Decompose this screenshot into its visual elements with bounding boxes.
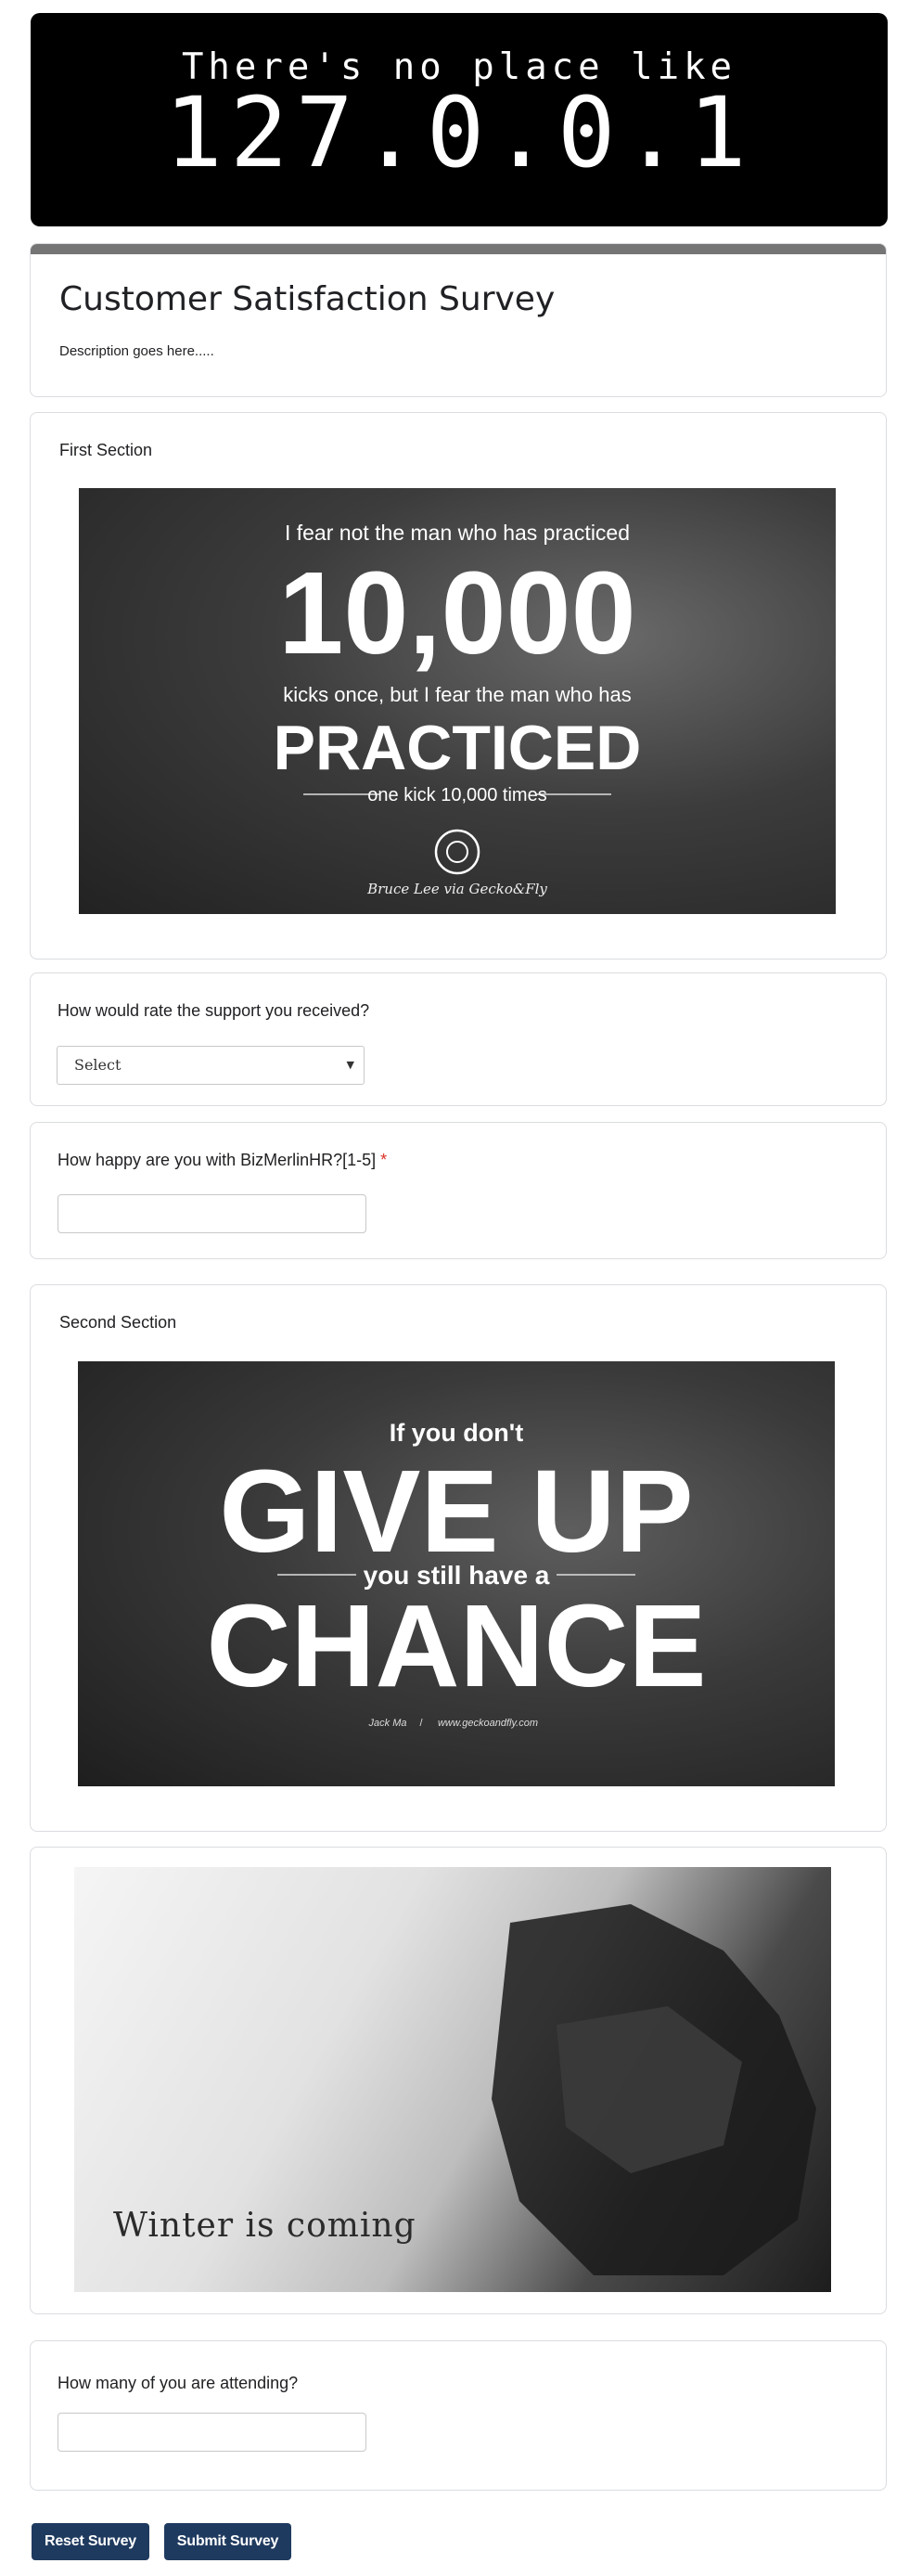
quote-line: I fear not the man who has practiced: [285, 521, 630, 545]
question-text: How would rate the support you received?: [58, 1001, 370, 1020]
image-card-winter: Winter is coming: [30, 1847, 887, 2314]
question-card-happiness: How happy are you with BizMerlinHR?[1-5]…: [30, 1122, 887, 1259]
section-card-second: Second Section If you don't GIVE UP you …: [30, 1284, 887, 1832]
quote-credit-name: Jack Ma: [368, 1718, 407, 1729]
question-text-wrap: How happy are you with BizMerlinHR?[1-5]…: [58, 1151, 387, 1170]
quote-credit: Bruce Lee via Gecko&Fly: [366, 881, 547, 897]
support-rating-select[interactable]: Select ▼: [57, 1046, 365, 1085]
question-card-support: How would rate the support you received?…: [30, 972, 887, 1106]
header-banner: There's no place like 127.0.0.1: [31, 13, 888, 226]
quote-credit-site: www.geckoandfly.com: [438, 1718, 538, 1729]
reset-survey-button[interactable]: Reset Survey: [32, 2523, 149, 2560]
chevron-down-icon: ▼: [346, 1059, 354, 1071]
quote-credit-separator: /: [419, 1718, 423, 1729]
banner-ip: 127.0.0.1: [164, 76, 754, 189]
happiness-rating-input[interactable]: [58, 1194, 366, 1233]
gecko-logo-icon: [434, 829, 480, 875]
attendee-count-input[interactable]: [58, 2413, 366, 2452]
section-title: First Section: [59, 441, 153, 459]
section-card-first: First Section I fear not the man who has…: [30, 412, 887, 960]
required-marker: *: [380, 1151, 388, 1169]
question-text: How happy are you with BizMerlinHR?[1-5]: [58, 1151, 377, 1169]
quote-line: If you don't: [390, 1419, 523, 1447]
quote-image-jack-ma: If you don't GIVE UP you still have a CH…: [78, 1361, 835, 1786]
submit-survey-button[interactable]: Submit Survey: [164, 2523, 291, 2560]
quote-emphasis: GIVE UP: [219, 1446, 693, 1577]
quote-image-art: I fear not the man who has practiced 10,…: [274, 521, 642, 897]
quote-image-bruce-lee: I fear not the man who has practiced 10,…: [79, 488, 836, 914]
form-title: Customer Satisfaction Survey: [59, 280, 556, 318]
quote-line: one kick 10,000 times: [367, 785, 546, 805]
quote-line: kicks once, but I fear the man who has: [283, 683, 631, 706]
quote-emphasis: CHANCE: [206, 1580, 706, 1711]
question-card-attending: How many of you are attending?: [30, 2340, 887, 2491]
form-accent-bar: [31, 244, 886, 254]
quote-image-art: If you don't GIVE UP you still have a CH…: [206, 1419, 706, 1729]
quote-number: 10,000: [278, 547, 635, 678]
form-description: Description goes here.....: [59, 343, 214, 359]
winter-is-coming-image: Winter is coming: [74, 1867, 831, 2292]
winter-image-art: Winter is coming: [113, 1904, 816, 2275]
question-text: How many of you are attending?: [58, 2374, 299, 2392]
quote-emphasis: PRACTICED: [274, 713, 642, 783]
form-header-card: Customer Satisfaction Survey Description…: [30, 243, 887, 397]
section-title: Second Section: [59, 1313, 177, 1332]
gecko-logo-inner: [446, 841, 468, 863]
winter-caption: Winter is coming: [113, 2207, 416, 2245]
select-value: Select: [74, 1056, 122, 1074]
